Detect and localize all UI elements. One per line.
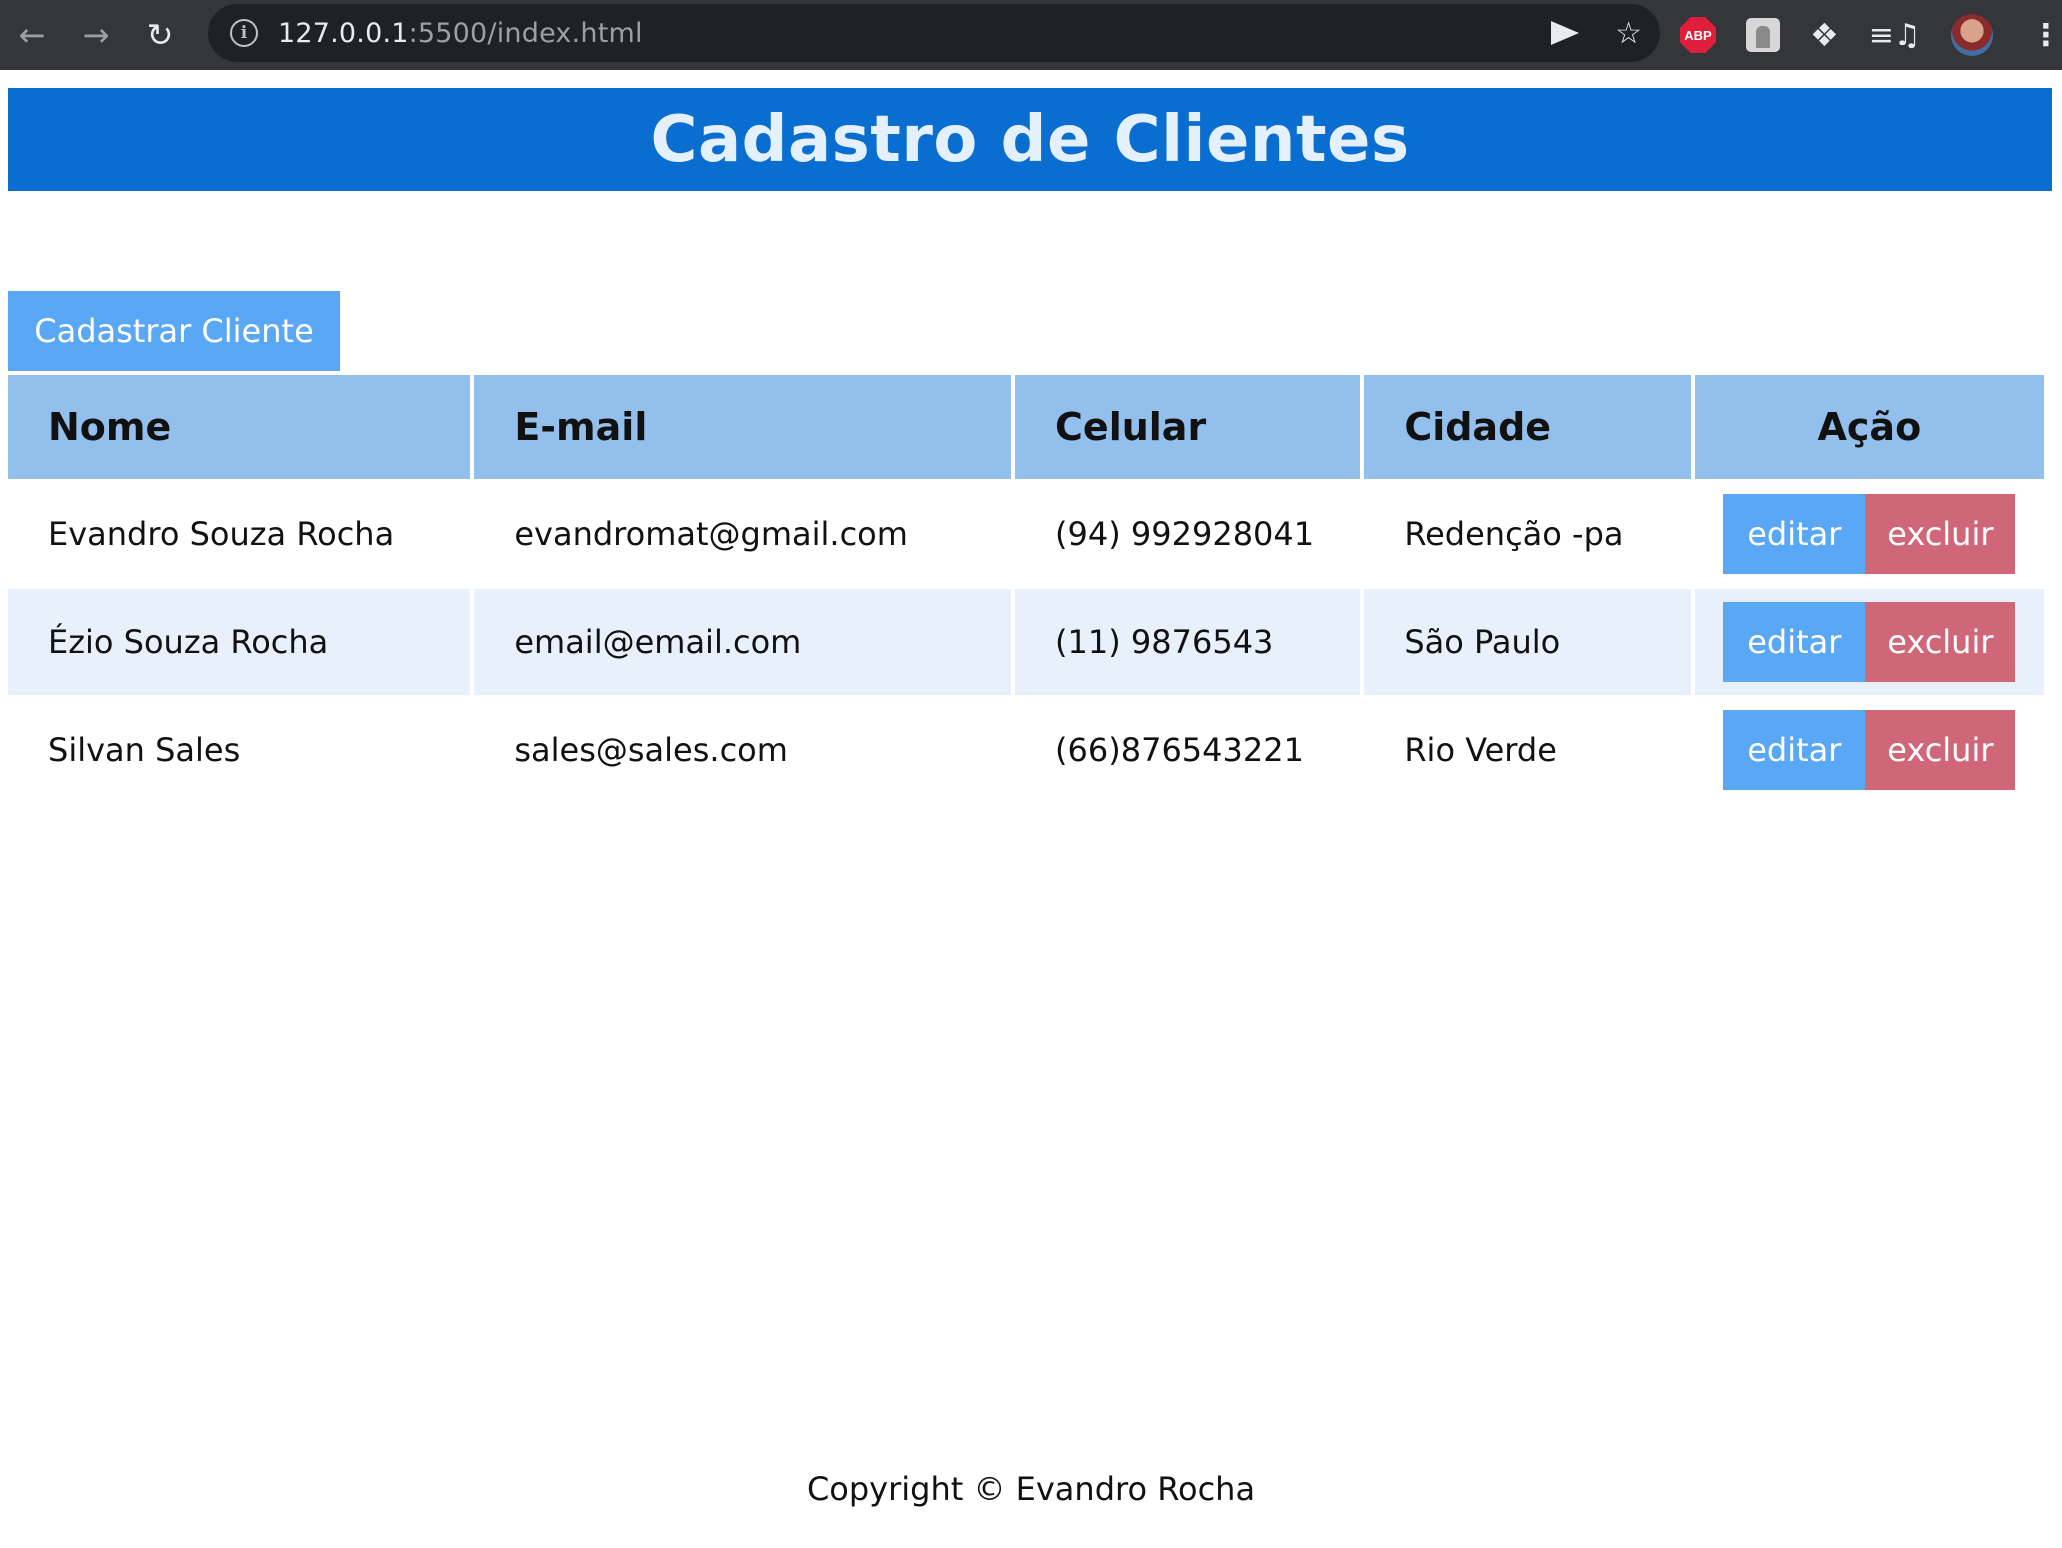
info-icon[interactable]: i [230, 19, 258, 47]
cell-cidade: Redenção -pa [1364, 479, 1691, 587]
delete-button[interactable]: excluir [1865, 494, 2016, 574]
column-header-acao: Ação [1694, 373, 2044, 479]
url-path: :5500/index.html [408, 17, 643, 49]
column-header-email: E-mail [474, 373, 1012, 479]
adblock-icon[interactable]: ABP [1680, 17, 1716, 53]
delete-button[interactable]: excluir [1865, 602, 2016, 682]
cell-celular: (11) 9876543 [1015, 587, 1361, 695]
column-header-celular: Celular [1015, 373, 1361, 479]
table-row: Evandro Souza Rocha evandromat@gmail.com… [8, 479, 2044, 587]
back-arrow-icon[interactable]: ← [0, 0, 64, 70]
cell-celular: (94) 992928041 [1015, 479, 1361, 587]
address-bar[interactable]: i 127.0.0.1:5500/index.html ☆ [208, 4, 1660, 62]
column-header-cidade: Cidade [1364, 373, 1691, 479]
send-icon[interactable] [1551, 21, 1580, 45]
star-icon[interactable]: ☆ [1615, 16, 1642, 51]
puzzle-icon[interactable]: ❖ [1810, 19, 1839, 51]
cell-acao: editar excluir [1694, 479, 2044, 587]
cell-acao: editar excluir [1694, 695, 2044, 803]
delete-button[interactable]: excluir [1865, 710, 2016, 790]
menu-icon[interactable]: ⋮ [2031, 18, 2061, 53]
cell-nome: Silvan Sales [8, 695, 471, 803]
edit-button[interactable]: editar [1723, 602, 1866, 682]
add-client-button[interactable]: Cadastrar Cliente [8, 291, 340, 371]
table-row: Silvan Sales sales@sales.com (66)8765432… [8, 695, 2044, 803]
forward-arrow-icon[interactable]: → [64, 0, 128, 70]
adblock-label: ABP [1684, 27, 1712, 43]
reload-icon[interactable]: ↻ [128, 0, 192, 70]
cell-email: email@email.com [474, 587, 1012, 695]
table-row: Ézio Souza Rocha email@email.com (11) 98… [8, 587, 2044, 695]
edit-button[interactable]: editar [1723, 494, 1866, 574]
cell-celular: (66)876543221 [1015, 695, 1361, 803]
page-header: Cadastro de Clientes [8, 88, 2052, 191]
profile-avatar[interactable] [1950, 14, 1993, 56]
cell-email: sales@sales.com [474, 695, 1012, 803]
url-text[interactable]: 127.0.0.1:5500/index.html [278, 18, 643, 49]
cell-cidade: São Paulo [1364, 587, 1691, 695]
table-header-row: Nome E-mail Celular Cidade Ação [8, 373, 2044, 479]
footer-copyright: Copyright © Evandro Rocha [806, 1470, 1256, 1508]
browser-toolbar: ← → ↻ i 127.0.0.1:5500/index.html ☆ ABP … [0, 0, 2062, 70]
page-title: Cadastro de Clientes [650, 102, 1410, 177]
cell-nome: Ézio Souza Rocha [8, 587, 471, 695]
clients-table: Nome E-mail Celular Cidade Ação Evandro … [4, 373, 2048, 803]
media-icon[interactable]: ≡♫ [1869, 18, 1921, 53]
url-host: 127.0.0.1 [278, 17, 409, 49]
column-header-nome: Nome [8, 373, 471, 479]
cell-nome: Evandro Souza Rocha [8, 479, 471, 587]
edit-button[interactable]: editar [1723, 710, 1866, 790]
cell-email: evandromat@gmail.com [474, 479, 1012, 587]
extension-icon[interactable] [1746, 18, 1780, 52]
cell-cidade: Rio Verde [1364, 695, 1691, 803]
cell-acao: editar excluir [1694, 587, 2044, 695]
